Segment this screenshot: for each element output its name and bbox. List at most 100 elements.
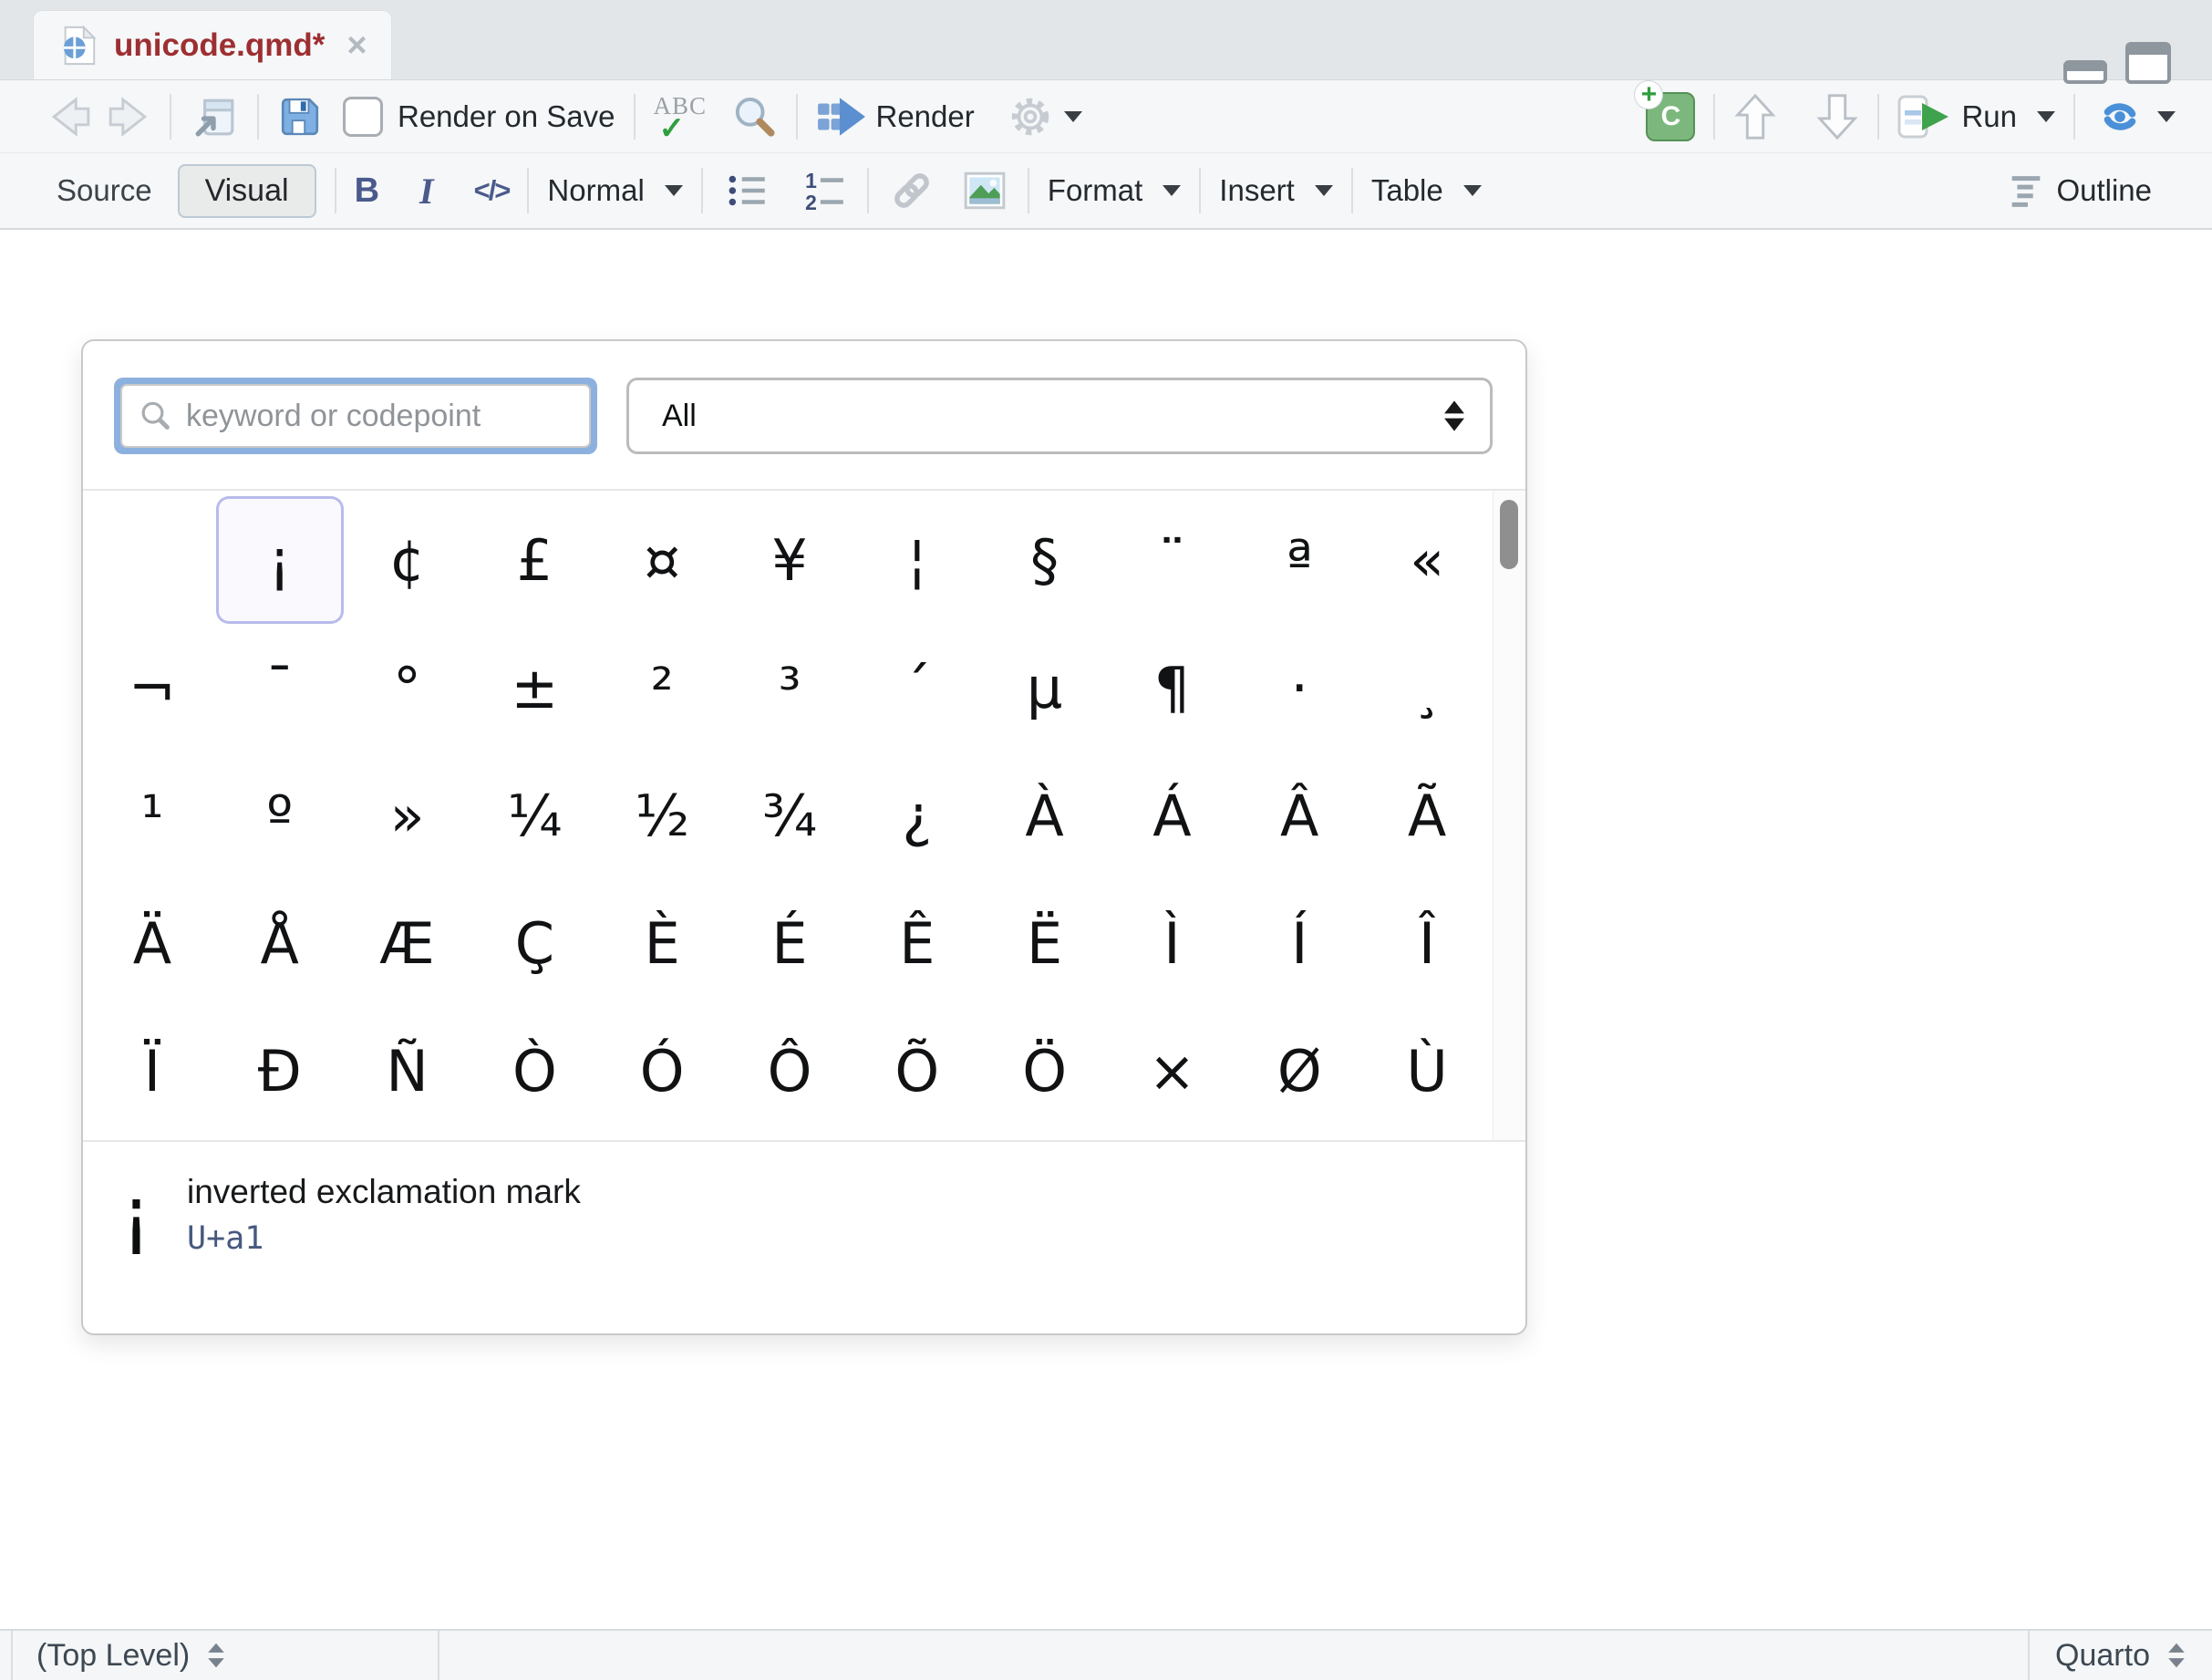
previous-chunk-icon[interactable] [1733,92,1777,141]
char-cell[interactable]: Æ [344,879,471,1007]
search-document-icon[interactable] [730,93,778,140]
run-icon [1897,94,1952,140]
toolbar-divider [2073,94,2075,140]
char-cell[interactable]: § [981,496,1109,624]
char-cell[interactable]: Í [1235,879,1363,1007]
char-cell[interactable]: Ã [1363,752,1491,879]
scrollbar[interactable] [1493,491,1525,1140]
char-cell[interactable]: Ä [88,879,216,1007]
next-chunk-icon[interactable] [1815,92,1859,141]
char-cell[interactable]: ¿ [853,752,981,879]
format-menu[interactable]: Format [1048,173,1182,208]
image-icon[interactable] [960,168,1009,213]
char-cell[interactable]: Ö [981,1007,1109,1135]
char-cell[interactable]: £ [470,496,598,624]
char-cell[interactable]: ¾ [726,752,853,879]
open-in-new-window-icon[interactable] [190,94,239,140]
char-cell[interactable]: Ð [216,1007,344,1135]
tab-unicode-qmd[interactable]: unicode.qmd* × [33,10,392,79]
char-cell[interactable]: ¶ [1109,624,1236,752]
char-cell[interactable]: Ê [853,879,981,1007]
char-cell[interactable]: · [1235,624,1363,752]
char-cell[interactable]: È [598,879,726,1007]
editor-canvas[interactable]: All ¡¢£¤¥¦§¨ª« ¬¯°±²³´µ¶·¸ ¹º»¼½¾¿ÀÁÂÃ ÄÅÆÇ… [0,230,2212,1629]
char-cell[interactable]: Ò [470,1007,598,1135]
toolbar-divider [1028,168,1029,213]
char-cell[interactable]: Ï [88,1007,216,1135]
rerun-icon[interactable] [2093,94,2146,140]
char-cell[interactable]: ¤ [598,496,726,624]
table-menu[interactable]: Table [1371,173,1482,208]
rerun-options-caret-icon[interactable] [2157,111,2176,122]
insert-chunk-icon[interactable]: C [1646,92,1695,141]
char-cell[interactable]: ¸ [1363,624,1491,752]
char-cell[interactable]: ³ [726,624,853,752]
char-cell[interactable]: Â [1235,752,1363,879]
char-cell[interactable]: µ [981,624,1109,752]
insert-menu[interactable]: Insert [1219,173,1333,208]
minimize-button[interactable] [2063,60,2107,84]
outline-location-selector[interactable]: (Top Level) [11,1631,439,1680]
char-cell[interactable]: Õ [853,1007,981,1135]
forward-icon[interactable] [104,96,151,138]
char-cell[interactable]: × [1109,1007,1236,1135]
char-cell[interactable]: ¯ [216,624,344,752]
render-options-caret-icon[interactable] [1064,111,1082,122]
spellcheck-icon[interactable]: ABC ✓ [654,92,712,141]
char-cell[interactable]: ± [470,624,598,752]
search-input[interactable] [186,399,574,434]
char-cell[interactable]: ½ [598,752,726,879]
visual-mode-button[interactable]: Visual [178,164,316,218]
char-cell[interactable]: ¼ [470,752,598,879]
numbered-list-icon[interactable]: 1 2 [800,168,849,213]
char-cell[interactable]: ¢ [344,496,471,624]
char-cell[interactable] [88,496,216,624]
char-cell[interactable]: º [216,752,344,879]
char-cell[interactable]: Ì [1109,879,1236,1007]
char-cell[interactable]: ° [344,624,471,752]
quarto-file-icon [57,25,99,67]
char-cell[interactable]: Å [216,879,344,1007]
maximize-button[interactable] [2125,42,2171,84]
char-cell[interactable]: Á [1109,752,1236,879]
back-icon[interactable] [47,96,95,138]
char-cell[interactable]: ´ [853,624,981,752]
char-cell[interactable]: Ù [1363,1007,1491,1135]
char-cell[interactable]: ¡ [216,496,344,624]
outline-toggle[interactable]: Outline [2005,170,2152,212]
gear-icon[interactable] [1008,94,1053,140]
char-cell[interactable]: » [344,752,471,879]
render-on-save-checkbox[interactable] [343,97,383,137]
char-cell[interactable]: ¹ [88,752,216,879]
bold-button[interactable]: B [355,171,379,211]
run-button[interactable]: Run [1897,94,2055,140]
char-cell[interactable]: Ô [726,1007,853,1135]
render-button[interactable]: Render [816,94,975,140]
char-cell[interactable]: ¦ [853,496,981,624]
char-cell[interactable]: ¬ [88,624,216,752]
paragraph-style-dropdown[interactable]: Normal [547,173,682,208]
char-cell[interactable]: « [1363,496,1491,624]
source-mode-button[interactable]: Source [57,173,152,208]
category-select[interactable]: All [626,378,1493,454]
document-format-selector[interactable]: Quarto [2028,1631,2212,1680]
bullet-list-icon[interactable] [721,168,774,213]
char-cell[interactable]: ¥ [726,496,853,624]
save-icon[interactable] [277,94,323,140]
char-cell[interactable]: Ø [1235,1007,1363,1135]
char-cell[interactable]: É [726,879,853,1007]
link-icon[interactable] [887,168,936,213]
char-cell[interactable]: Ç [470,879,598,1007]
close-icon[interactable]: × [346,28,367,63]
char-cell[interactable]: ² [598,624,726,752]
char-cell[interactable]: ¨ [1109,496,1236,624]
code-button[interactable]: </> [474,174,510,207]
char-cell[interactable]: Ë [981,879,1109,1007]
scrollbar-thumb[interactable] [1500,500,1518,569]
italic-button[interactable]: I [419,170,434,213]
char-cell[interactable]: À [981,752,1109,879]
char-cell[interactable]: Ó [598,1007,726,1135]
char-cell[interactable]: ª [1235,496,1363,624]
char-cell[interactable]: Î [1363,879,1491,1007]
char-cell[interactable]: Ñ [344,1007,471,1135]
